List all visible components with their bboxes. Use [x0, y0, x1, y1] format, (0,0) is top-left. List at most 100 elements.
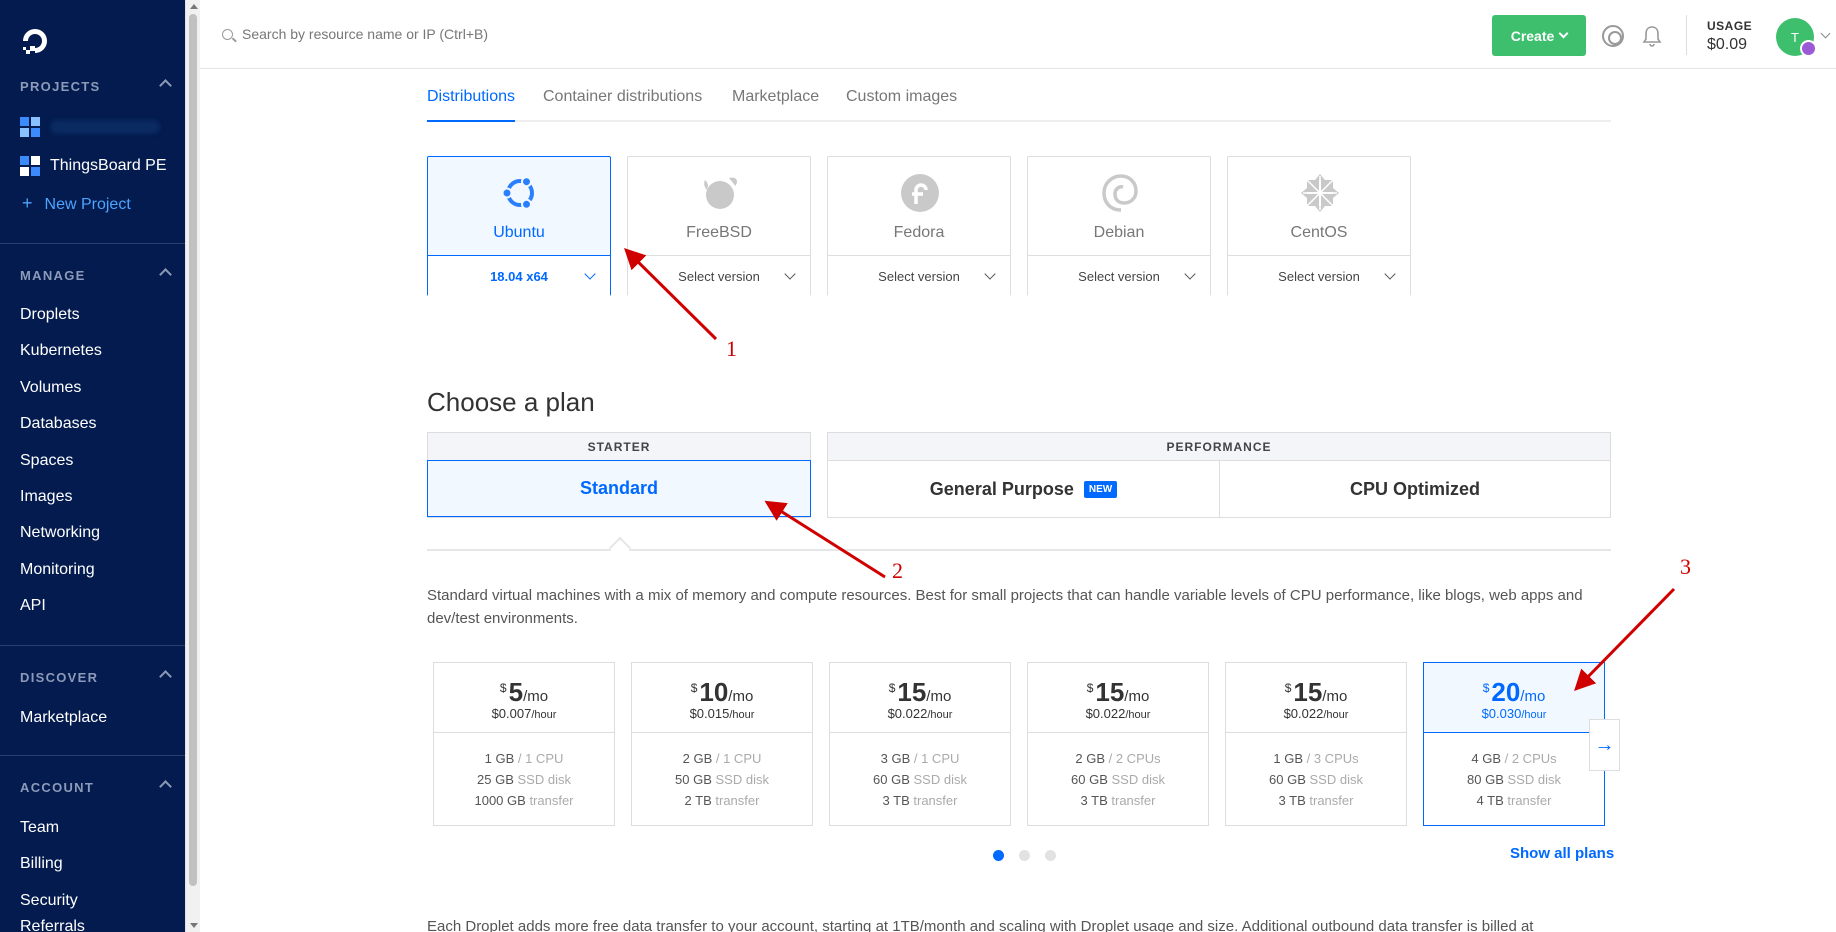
- currency-symbol: $: [1482, 681, 1490, 695]
- price-card[interactable]: $5/mo $0.007/hour 1 GB / 1 CPU 25 GB SSD di…: [433, 662, 615, 826]
- distro-card-centos[interactable]: CentOS Select version: [1227, 156, 1411, 296]
- avatar-initial: T: [1791, 29, 1799, 45]
- projects-header[interactable]: PROJECTS: [20, 79, 172, 94]
- tab-custom-images[interactable]: Custom images: [846, 88, 957, 122]
- scrollbar-thumb[interactable]: [189, 14, 197, 886]
- sidebar-item-databases[interactable]: Databases: [20, 415, 97, 433]
- distro-name: Debian: [1093, 224, 1145, 241]
- price-period: /mo: [1322, 688, 1348, 705]
- manage-header[interactable]: MANAGE: [20, 268, 172, 283]
- sidebar-item-billing[interactable]: Billing: [20, 855, 63, 873]
- price-card-header: $20/mo $0.030/hour: [1424, 663, 1604, 733]
- plan-general-purpose-button[interactable]: General Purpose NEW: [828, 461, 1220, 518]
- carousel-dot-1[interactable]: [993, 850, 1004, 861]
- search-input[interactable]: Search by resource name or IP (Ctrl+B): [222, 26, 488, 42]
- price-card[interactable]: $15/mo $0.022/hour 3 GB / 1 CPU 60 GB SSD d…: [829, 662, 1011, 826]
- plan-standard-button[interactable]: Standard: [427, 460, 811, 517]
- spec-transfer: 3 TB: [1080, 793, 1108, 808]
- distro-card-debian[interactable]: Debian Select version: [1027, 156, 1211, 296]
- help-lifebuoy-icon[interactable]: [1602, 25, 1624, 47]
- distro-card-fedora[interactable]: Fedora Select version: [827, 156, 1011, 296]
- spec-cpu: / 2 CPUs: [1504, 751, 1557, 766]
- notification-bell-icon[interactable]: [1642, 25, 1662, 47]
- sidebar-project-blurred[interactable]: [20, 117, 160, 137]
- sidebar-item-security[interactable]: Security: [20, 892, 78, 910]
- top-bar: Search by resource name or IP (Ctrl+B) C…: [200, 0, 1836, 69]
- sidebar-item-referrals[interactable]: Referrals: [20, 918, 85, 932]
- spec-disk: 50 GB: [675, 772, 712, 787]
- price-card[interactable]: $10/mo $0.015/hour 2 GB / 1 CPU 50 GB SSD d…: [631, 662, 813, 826]
- next-plans-arrow-icon[interactable]: →: [1589, 719, 1620, 771]
- chevron-down-icon[interactable]: [1820, 28, 1831, 39]
- version-select[interactable]: Select version: [628, 255, 810, 296]
- sidebar-item-volumes[interactable]: Volumes: [20, 379, 81, 397]
- sidebar-item-droplets[interactable]: Droplets: [20, 306, 80, 324]
- spec-disk-unit: SSD disk: [517, 772, 571, 787]
- carousel-dot-2[interactable]: [1019, 850, 1030, 861]
- sidebar-item-networking[interactable]: Networking: [20, 524, 100, 542]
- sidebar-item-api[interactable]: API: [20, 597, 46, 615]
- centos-icon: [1301, 174, 1339, 212]
- version-select[interactable]: Select version: [1028, 255, 1210, 296]
- distro-card-freebsd[interactable]: FreeBSD Select version: [627, 156, 811, 296]
- price-amount: 15: [1293, 677, 1323, 707]
- performance-plan-group: PERFORMANCE General Purpose NEW CPU Opti…: [827, 432, 1611, 518]
- tab-container-distributions[interactable]: Container distributions: [543, 88, 702, 122]
- spec-transfer: 2 TB: [684, 793, 712, 808]
- sidebar-item-spaces[interactable]: Spaces: [20, 452, 73, 470]
- account-header[interactable]: ACCOUNT: [20, 780, 172, 795]
- price-period: /mo: [1124, 688, 1150, 705]
- hourly-price: $0.022/hour: [1028, 706, 1208, 721]
- hourly-amount: $0.007: [491, 706, 532, 721]
- hourly-amount: $0.022: [1283, 706, 1324, 721]
- spec-disk-row: 60 GB SSD disk: [830, 769, 1010, 790]
- sidebar-item-monitoring[interactable]: Monitoring: [20, 561, 95, 579]
- spec-memory: 4 GB: [1471, 751, 1501, 766]
- plan-pointer-notch: [608, 536, 632, 560]
- spec-transfer: 3 TB: [882, 793, 910, 808]
- discover-header[interactable]: DISCOVER: [20, 670, 172, 685]
- sidebar-project-thingsboard[interactable]: ThingsBoard PE: [20, 156, 167, 176]
- version-select[interactable]: Select version: [1228, 255, 1410, 296]
- sidebar-scrollbar[interactable]: [185, 0, 200, 932]
- hourly-amount: $0.030: [1481, 706, 1522, 721]
- distro-name: CentOS: [1290, 224, 1348, 241]
- version-select[interactable]: 18.04 x64: [428, 255, 610, 296]
- price-card-header: $5/mo $0.007/hour: [434, 663, 614, 733]
- sidebar-item-images[interactable]: Images: [20, 488, 72, 506]
- freebsd-icon: [704, 177, 737, 209]
- project-icon: [20, 117, 40, 137]
- version-select-value: Select version: [878, 268, 960, 284]
- chevron-up-icon: [159, 780, 172, 793]
- show-all-plans-link[interactable]: Show all plans: [1510, 845, 1614, 862]
- hourly-price: $0.022/hour: [830, 706, 1010, 721]
- price-card[interactable]: $20/mo $0.030/hour 4 GB / 2 CPUs 80 GB SSD …: [1423, 662, 1605, 826]
- price-card[interactable]: $15/mo $0.022/hour 1 GB / 3 CPUs 60 GB SSD …: [1225, 662, 1407, 826]
- scroll-down-arrow-icon[interactable]: [190, 923, 198, 928]
- distro-card-ubuntu[interactable]: Ubuntu 18.04 x64: [427, 156, 611, 296]
- tab-distributions[interactable]: Distributions: [427, 88, 516, 122]
- plan-cpu-optimized-button[interactable]: CPU Optimized: [1220, 461, 1610, 518]
- distro-name: FreeBSD: [686, 224, 752, 241]
- spec-cpu: / 2 CPUs: [1108, 751, 1161, 766]
- price-card[interactable]: $15/mo $0.022/hour 2 GB / 2 CPUs 60 GB SSD …: [1027, 662, 1209, 826]
- usage-value[interactable]: $0.09: [1707, 36, 1747, 54]
- version-select-value: 18.04 x64: [490, 268, 548, 284]
- carousel-dot-3[interactable]: [1045, 850, 1056, 861]
- spec-cpu: / 1 CPU: [517, 751, 564, 766]
- sidebar-item-team[interactable]: Team: [20, 819, 59, 837]
- hourly-unit: /hour: [1323, 709, 1349, 721]
- hourly-amount: $0.015: [689, 706, 730, 721]
- new-project-link[interactable]: + New Project: [22, 193, 131, 214]
- create-button[interactable]: Create: [1492, 15, 1586, 56]
- tab-marketplace[interactable]: Marketplace: [732, 88, 819, 122]
- distro-name: Fedora: [893, 224, 945, 241]
- sidebar-item-marketplace[interactable]: Marketplace: [20, 709, 107, 727]
- digitalocean-logo-icon[interactable]: [20, 26, 50, 56]
- spec-disk-row: 50 GB SSD disk: [632, 769, 812, 790]
- scroll-up-arrow-icon[interactable]: [190, 4, 198, 9]
- currency-symbol: $: [888, 681, 896, 695]
- sidebar-item-kubernetes[interactable]: Kubernetes: [20, 342, 102, 360]
- spec-transfer-unit: transfer: [1507, 793, 1552, 808]
- version-select[interactable]: Select version: [828, 255, 1010, 296]
